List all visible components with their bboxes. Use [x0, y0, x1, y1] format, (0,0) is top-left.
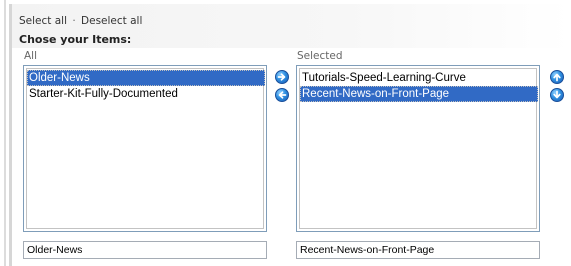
left-border	[4, 0, 6, 266]
move-left-button[interactable]	[275, 88, 289, 102]
selected-list-option[interactable]: Recent-News-on-Front-Page	[300, 86, 538, 102]
move-up-icon	[553, 73, 561, 82]
deselect-all-link[interactable]: Deselect all	[81, 15, 142, 27]
move-down-button[interactable]	[550, 88, 564, 102]
all-selected-value-field[interactable]: Older-News	[23, 241, 267, 259]
move-right-icon	[277, 73, 286, 81]
move-right-button[interactable]	[275, 70, 289, 84]
selection-links: Select all · Deselect all	[19, 15, 142, 27]
select-all-link[interactable]: Select all	[19, 15, 67, 27]
selected-list-label: Selected	[297, 50, 343, 62]
section-heading: Chose your Items:	[19, 33, 132, 46]
all-list-option[interactable]: Older-News	[27, 70, 265, 86]
selected-list-option[interactable]: Tutorials-Speed-Learning-Curve	[300, 70, 538, 86]
move-down-icon	[553, 90, 561, 99]
all-list-option[interactable]: Starter-Kit-Fully-Documented	[27, 86, 265, 102]
all-items-listbox[interactable]: Older-News Starter-Kit-Fully-Documented	[23, 65, 267, 232]
link-separator: ·	[72, 15, 76, 27]
selected-items-listbox[interactable]: Tutorials-Speed-Learning-Curve Recent-Ne…	[296, 65, 540, 232]
all-list-label: All	[24, 50, 38, 62]
selected-value-field[interactable]: Recent-News-on-Front-Page	[296, 241, 540, 259]
move-left-icon	[278, 91, 287, 99]
move-up-button[interactable]	[550, 70, 564, 84]
